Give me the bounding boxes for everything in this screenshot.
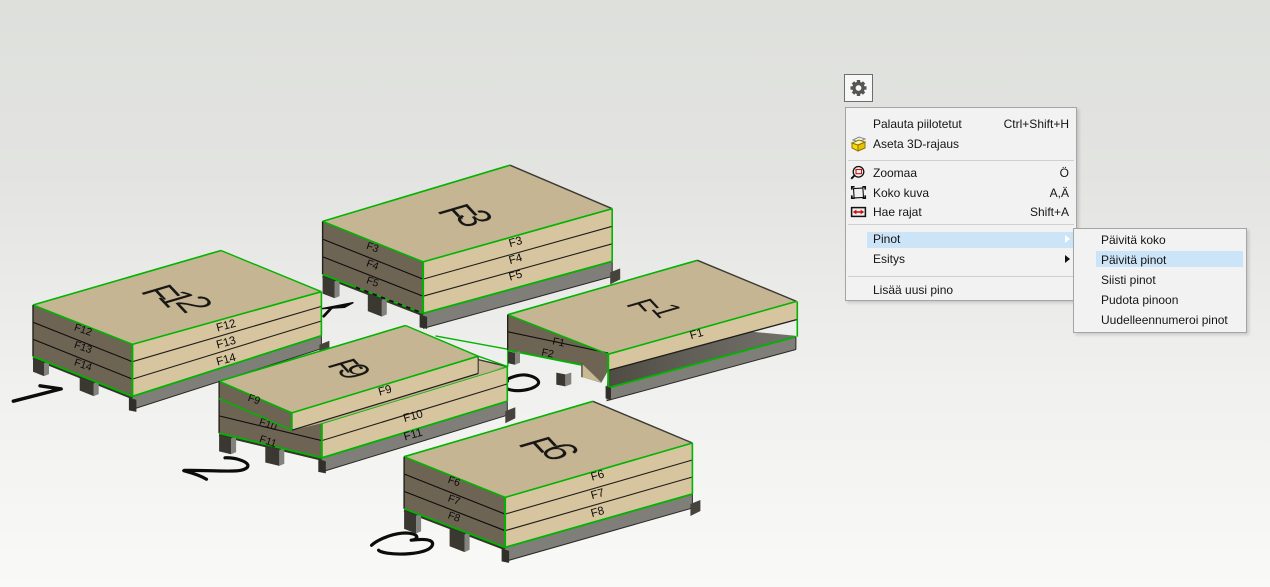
svg-text:F1: F1: [551, 335, 566, 349]
svg-text:F2: F2: [540, 346, 555, 360]
